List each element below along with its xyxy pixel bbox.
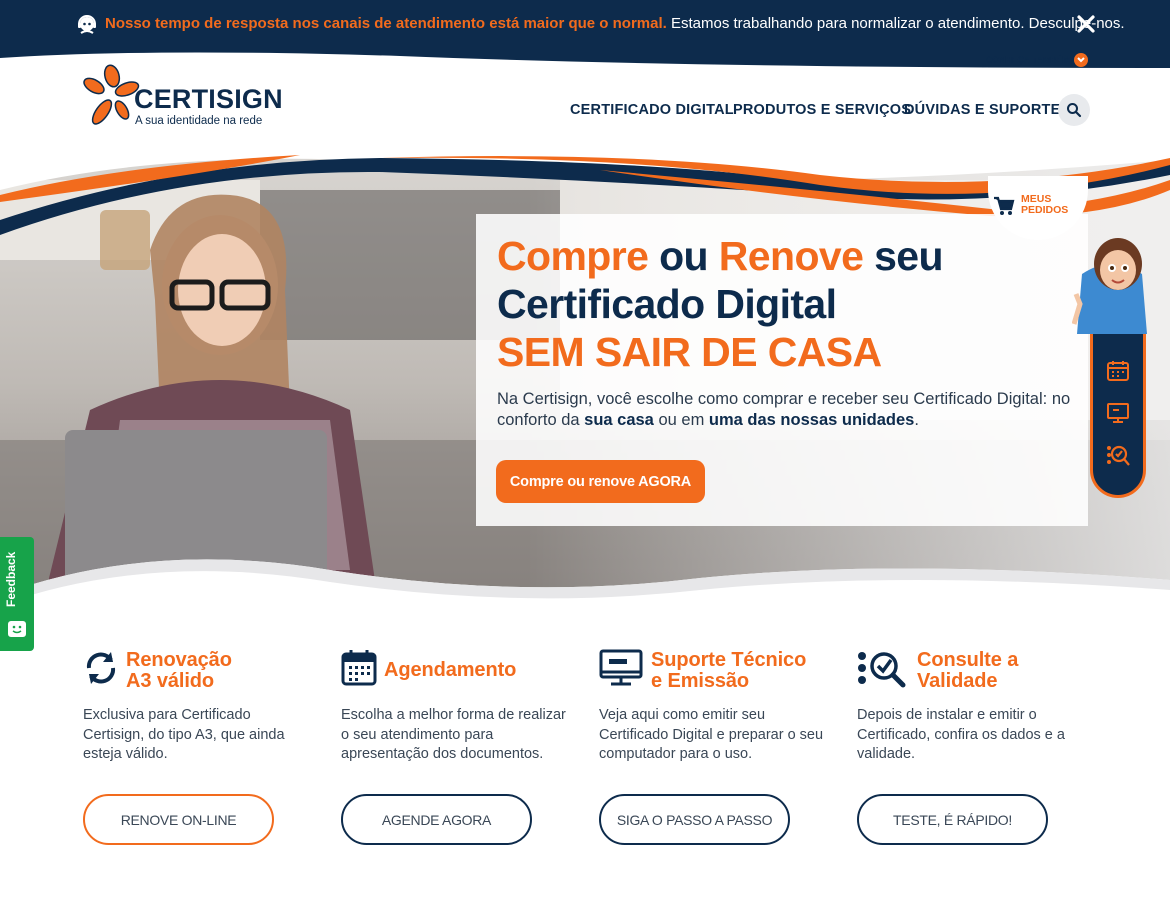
notice-strong-text: Nosso tempo de resposta nos canais de at… [105, 15, 667, 32]
meus-pedidos-label: MEUS PEDIDOS [1021, 194, 1068, 216]
agende-agora-button[interactable]: AGENDE AGORA [341, 794, 532, 845]
hero-title-seu: seu [863, 233, 943, 279]
hero-title-line-1: Compre ou Renove seu [497, 232, 944, 280]
calendar-icon[interactable] [1105, 358, 1131, 384]
close-icon[interactable] [1074, 12, 1098, 36]
card-consulte-title-2: Validade [917, 670, 998, 692]
siga-passo-a-passo-button[interactable]: SIGA O PASSO A PASSO [599, 794, 790, 845]
feedback-label: Feedback [4, 551, 18, 607]
card-suporte-title-2: e Emissão [651, 670, 750, 692]
support-agent-icon [78, 15, 96, 34]
card-agendamento-desc: Escolha a melhor forma de realizar o seu… [341, 707, 566, 762]
conheca-tambem-link[interactable]: CONHEÇA TAMBÉM [986, 53, 1088, 67]
card-suporte: Suporte Técnico e Emissão Veja aqui como… [599, 648, 839, 858]
hero-title-ou: ou [648, 233, 719, 279]
renove-online-button[interactable]: RENOVE ON-LINE [83, 794, 274, 845]
card-consulte: Consulte a Validade Depois de instalar e… [857, 648, 1097, 858]
logo-mark-icon [83, 64, 140, 125]
hero-title-line-2: Certificado Digital [497, 281, 837, 327]
validate-search-icon [858, 652, 906, 688]
monitor-icon [599, 649, 643, 686]
nav-item-duvidas-suporte[interactable]: DÚVIDAS E SUPORTE [904, 102, 1060, 118]
teste-rapido-button[interactable]: TESTE, É RÁPIDO! [857, 794, 1048, 845]
nav-item-certificado-digital[interactable]: CERTIFICADO DIGITAL [570, 102, 734, 118]
card-renovacao-title-2: A3 válido [126, 670, 215, 692]
page: Nosso tempo de resposta nos canais de at… [0, 0, 1170, 900]
chevron-down-icon [1073, 53, 1088, 67]
search-icon [1067, 103, 1082, 118]
card-suporte-desc: Veja aqui como emitir seu Certificado Di… [599, 707, 824, 762]
hero-description: Na Certisign, você escolhe como comprar … [497, 389, 1077, 431]
hero-title-compre: Compre [497, 233, 649, 279]
assistant-avatar[interactable] [1072, 234, 1152, 334]
hero-desc-bold-2: uma das nossas unidades [708, 411, 915, 429]
calendar-icon [341, 650, 377, 686]
card-suporte-title-1: Suporte Técnico [651, 649, 807, 671]
card-consulte-title-1: Consulte a [917, 649, 1019, 671]
notice-normal-text: Estamos trabalhando para normalizar o at… [670, 15, 1125, 32]
hero-desc-bold-1: sua casa [584, 411, 654, 429]
card-consulte-desc: Depois de instalar e emitir o Certificad… [857, 707, 1065, 762]
hero-title: Compre ou Renove seu Certificado Digital… [497, 232, 944, 376]
hero-title-renove: Renove [718, 233, 864, 279]
meus-pedidos-line-2: PEDIDOS [1021, 204, 1069, 216]
card-agendamento: Agendamento Escolha a melhor forma de re… [341, 648, 581, 858]
certisign-logo[interactable]: CERTISIGN A sua identidade na rede [82, 62, 283, 134]
card-suporte-title: Suporte Técnico e Emissão [651, 650, 806, 692]
card-renovacao-title-1: Renovação [126, 649, 232, 671]
hero-title-line-3: SEM SAIR DE CASA [497, 329, 882, 375]
card-renovacao-title: Renovação A3 válido [126, 650, 232, 692]
smile-icon [8, 621, 26, 637]
logo-name: CERTISIGN [134, 84, 283, 114]
card-consulte-title: Consulte a Validade [917, 650, 1018, 692]
nav-item-produtos-servicos[interactable]: PRODUTOS E SERVIÇOS [733, 102, 911, 118]
refresh-icon [86, 652, 116, 684]
monitor-support-icon[interactable] [1105, 400, 1131, 426]
cart-icon [994, 196, 1015, 215]
conheca-tambem-label: CONHEÇA TAMBÉM [986, 55, 1070, 65]
validate-search-icon[interactable] [1105, 442, 1131, 468]
hero-desc-part-3: . [914, 411, 919, 429]
feedback-tab[interactable]: Feedback [0, 537, 34, 651]
notice-bar: Nosso tempo de resposta nos canais de at… [0, 0, 1170, 50]
hero-cta-button[interactable]: Compre ou renove AGORA [496, 460, 705, 503]
logo-tagline: A sua identidade na rede [135, 115, 263, 127]
search-button[interactable] [1058, 94, 1090, 126]
card-renovacao-desc: Exclusiva para Certificado Certisign, do… [83, 707, 285, 762]
notice-message: Nosso tempo de resposta nos canais de at… [105, 15, 1125, 32]
card-renovacao: Renovação A3 válido Exclusiva para Certi… [83, 648, 323, 858]
hero-desc-part-2: ou em [653, 411, 709, 429]
card-agendamento-title: Agendamento [384, 659, 517, 681]
